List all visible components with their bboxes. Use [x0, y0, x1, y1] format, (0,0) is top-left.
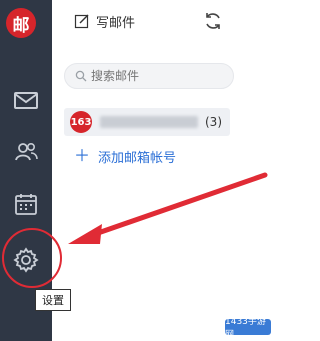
watermark-text: 1433手游网: [225, 317, 266, 340]
watermark-logo: 1433手游网: [225, 317, 271, 340]
settings-tooltip-text: 设置: [42, 294, 64, 307]
settings-tooltip: 设置: [35, 289, 71, 311]
